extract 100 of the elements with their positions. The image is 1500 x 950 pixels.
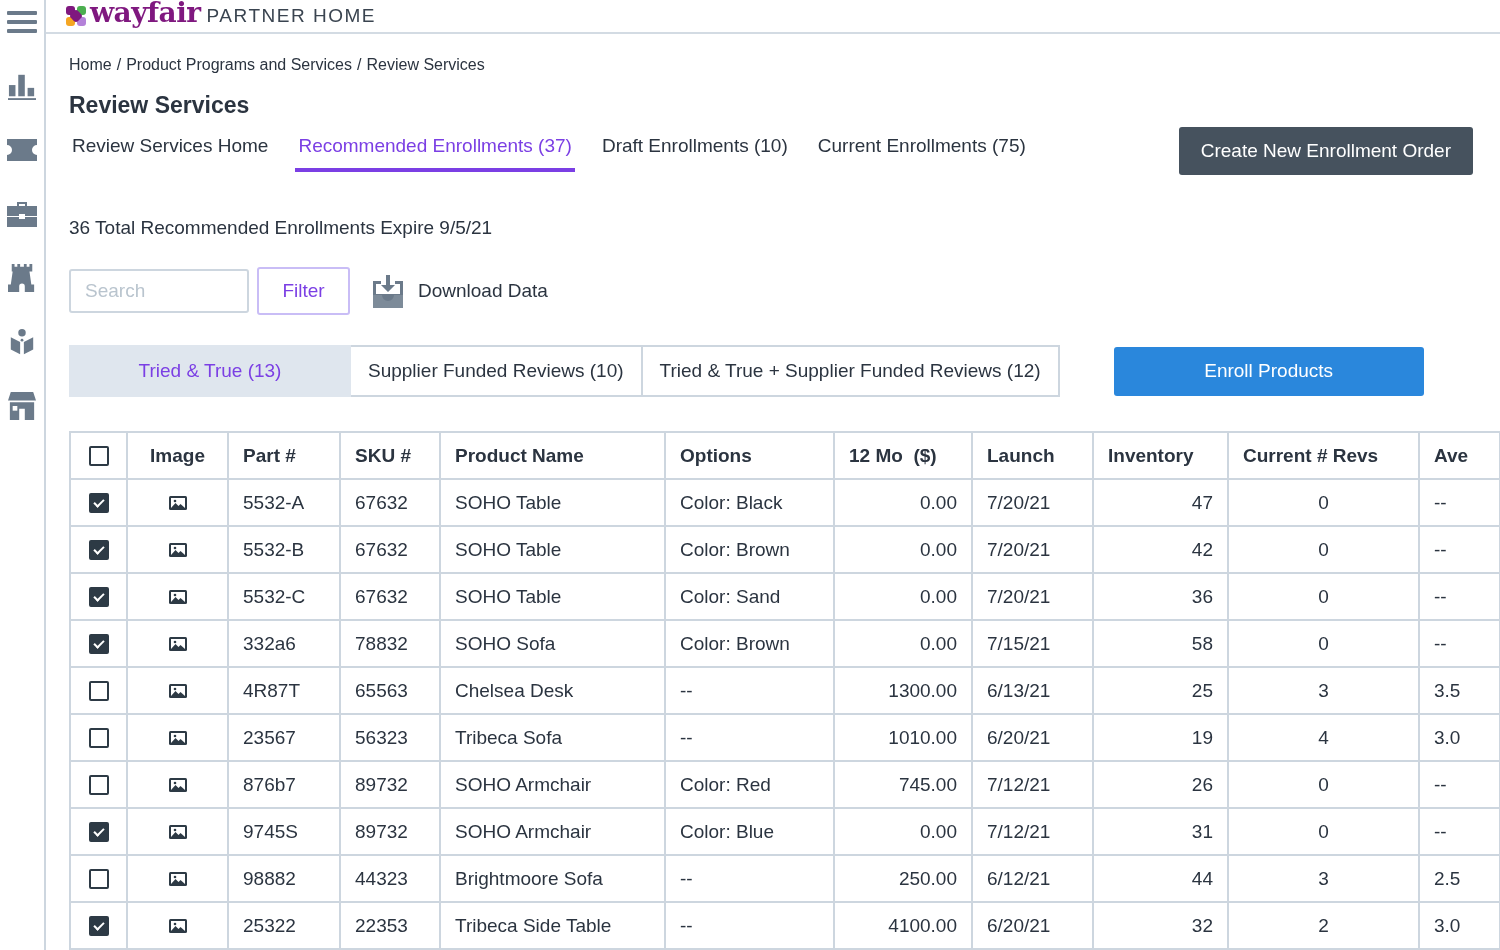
segment-tab[interactable]: Supplier Funded Reviews (10) [351, 345, 643, 397]
table-cell: Chelsea Desk [440, 667, 665, 714]
breadcrumb-link[interactable]: Product Programs and Services [126, 56, 352, 74]
tab[interactable]: Review Services Home [69, 127, 272, 172]
download-link[interactable]: Download Data [418, 280, 548, 302]
table-cell: SOHO Table [440, 479, 665, 526]
row-checkbox[interactable] [88, 634, 109, 655]
table-cell: 58 [1093, 620, 1228, 667]
table-cell: 4 [1228, 714, 1419, 761]
search-field[interactable]: Search [69, 269, 249, 313]
menu-icon[interactable] [7, 8, 37, 36]
table-cell: 7/20/21 [972, 526, 1093, 573]
table-cell: 7/12/21 [972, 761, 1093, 808]
table-cell: 23567 [228, 714, 340, 761]
table-cell: 0.00 [834, 573, 972, 620]
table-cell: 67632 [340, 526, 440, 573]
segment-tab[interactable]: Tried & True (13) [69, 345, 351, 397]
tab[interactable]: Recommended Enrollments (37) [295, 127, 575, 172]
table-cell: 6/20/21 [972, 714, 1093, 761]
table-cell: -- [1419, 620, 1500, 667]
table-cell: 0 [1228, 620, 1419, 667]
table-cell: 19 [1093, 714, 1228, 761]
table-cell: 7/12/21 [972, 808, 1093, 855]
table-cell: 0.00 [834, 479, 972, 526]
table-cell: 65563 [340, 667, 440, 714]
logo-icon [66, 6, 86, 26]
table-cell: 0.00 [834, 620, 972, 667]
table-cell: 44323 [340, 855, 440, 902]
table-cell: 0.00 [834, 808, 972, 855]
table-cell: SOHO Armchair [440, 761, 665, 808]
enroll-button[interactable]: Enroll Products [1113, 346, 1424, 396]
table-cell: Color: Black [665, 479, 834, 526]
table-cell: 4100.00 [834, 902, 972, 949]
bar-chart-icon[interactable] [7, 72, 37, 100]
castle-icon[interactable] [7, 264, 37, 292]
table-cell: 25322 [228, 902, 340, 949]
table-cell: Color: Blue [665, 808, 834, 855]
table-cell: 78832 [340, 620, 440, 667]
table-cell: 5532-B [228, 526, 340, 573]
download-icon[interactable] [370, 273, 406, 309]
table-cell: -- [1419, 761, 1500, 808]
table-cell: Brightmoore Sofa [440, 855, 665, 902]
row-checkbox[interactable] [88, 775, 109, 796]
table-cell: 6/20/21 [972, 902, 1093, 949]
column-header: Ave [1419, 432, 1500, 479]
column-header: Current # Revs [1228, 432, 1419, 479]
table-cell: 1010.00 [834, 714, 972, 761]
row-checkbox[interactable] [88, 822, 109, 843]
row-checkbox[interactable] [88, 587, 109, 608]
table-cell: 0 [1228, 761, 1419, 808]
table-cell: 7/15/21 [972, 620, 1093, 667]
tab[interactable]: Current Enrollments (75) [814, 127, 1029, 172]
table-cell: -- [1419, 479, 1500, 526]
tab[interactable]: Draft Enrollments (10) [598, 127, 791, 172]
create-order-button[interactable]: Create New Enrollment Order [1178, 127, 1473, 175]
segment-tab[interactable]: Tried & True + Supplier Funded Reviews (12) [642, 345, 1060, 397]
select-all-checkbox[interactable] [88, 446, 109, 467]
column-header: SKU # [340, 432, 440, 479]
breadcrumb-link[interactable]: Home [69, 56, 112, 74]
image-icon [168, 731, 187, 746]
ticket-icon[interactable] [7, 136, 37, 164]
table-cell: 2 [1228, 902, 1419, 949]
logo-wordmark[interactable]: wayfair [90, 0, 201, 29]
table-cell: 4R87T [228, 667, 340, 714]
table-cell: 3 [1228, 667, 1419, 714]
row-checkbox[interactable] [88, 540, 109, 561]
table-cell: 9745S [228, 808, 340, 855]
table-cell: -- [665, 902, 834, 949]
table-cell: 3 [1228, 855, 1419, 902]
row-checkbox[interactable] [88, 916, 109, 937]
table-cell: 5532-C [228, 573, 340, 620]
filter-button[interactable]: Filter [257, 267, 350, 315]
image-icon [168, 496, 187, 511]
table-cell: 67632 [340, 479, 440, 526]
row-checkbox[interactable] [88, 493, 109, 514]
table-cell: 3.0 [1419, 902, 1500, 949]
breadcrumb-separator: / [116, 56, 122, 74]
table-cell: 6/13/21 [972, 667, 1093, 714]
image-icon [168, 919, 187, 934]
table-cell: Color: Brown [665, 620, 834, 667]
table-cell: -- [665, 855, 834, 902]
storefront-icon[interactable] [7, 392, 37, 420]
table-cell: 7/20/21 [972, 479, 1093, 526]
table-cell: 25 [1093, 667, 1228, 714]
row-checkbox[interactable] [88, 869, 109, 890]
table-cell: Tribeca Side Table [440, 902, 665, 949]
table-cell: SOHO Table [440, 573, 665, 620]
row-checkbox[interactable] [88, 681, 109, 702]
table-cell: 67632 [340, 573, 440, 620]
row-checkbox[interactable] [88, 728, 109, 749]
column-header: Image [127, 432, 228, 479]
image-icon [168, 637, 187, 652]
image-icon [168, 684, 187, 699]
column-header: Product Name [440, 432, 665, 479]
briefcase-icon[interactable] [7, 200, 37, 228]
expiry-note: 36 Total Recommended Enrollments Expire 9/5/21 [69, 217, 494, 239]
column-header: Part # [228, 432, 340, 479]
table-cell: Tribeca Sofa [440, 714, 665, 761]
table-cell: 1300.00 [834, 667, 972, 714]
table-cell: 3.0 [1419, 714, 1500, 761]
